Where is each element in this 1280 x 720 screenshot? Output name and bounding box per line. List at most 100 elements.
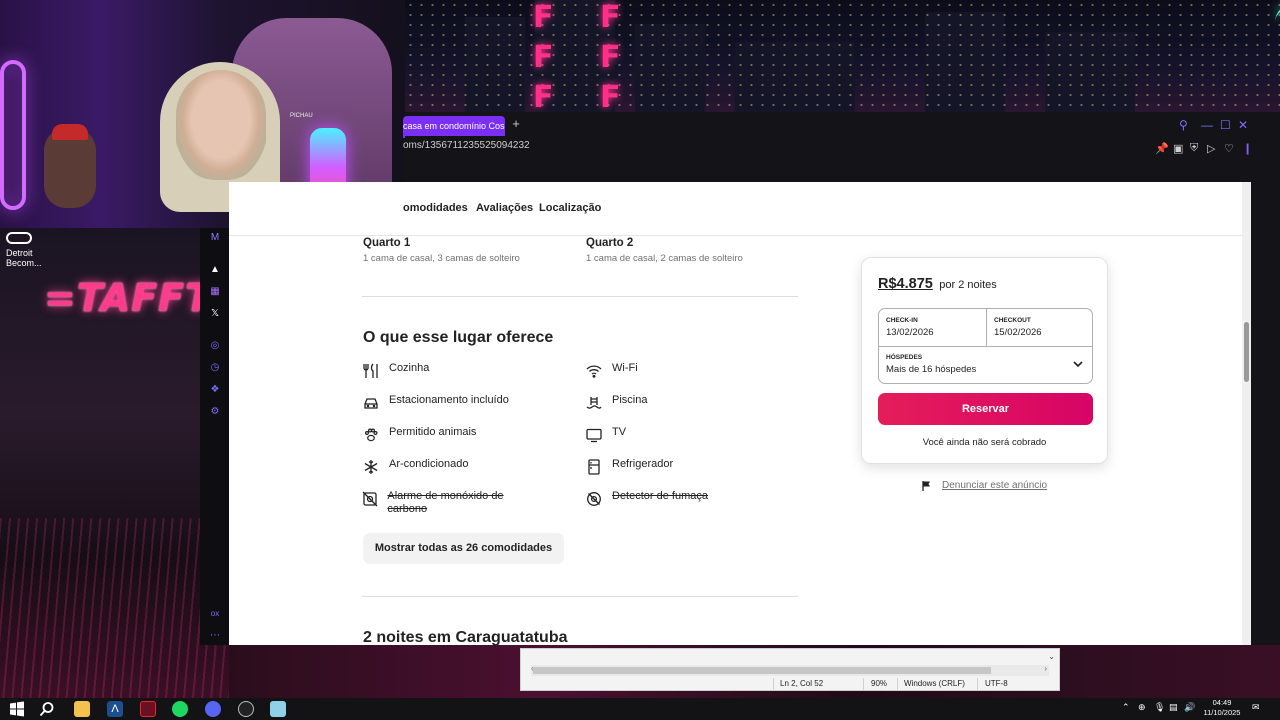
listing-page: omodidades Avaliações Localização Quarto…: [229, 182, 1242, 645]
price-period: por 2 noites: [939, 279, 997, 291]
pool-icon: [585, 394, 603, 412]
amenity-item: Refrigerador: [585, 458, 673, 476]
horizontal-scrollbar[interactable]: ‹ ›: [531, 664, 1049, 676]
streamer-face: [176, 70, 266, 180]
more-icon[interactable]: ⋯: [209, 630, 221, 642]
nav-amenities[interactable]: omodidades: [403, 202, 468, 214]
send-icon[interactable]: ▷: [1207, 142, 1215, 155]
system-clock[interactable]: 04:49 11/10/2025: [1200, 698, 1244, 718]
guests-field[interactable]: HÓSPEDES Mais de 16 hóspedes: [879, 347, 1092, 384]
twitch-icon[interactable]: ▦: [209, 286, 221, 298]
game-icon: [6, 232, 32, 244]
new-tab-button[interactable]: +: [509, 116, 523, 132]
opera-gx-icon[interactable]: [140, 701, 156, 717]
messenger-icon[interactable]: M: [209, 232, 221, 244]
checkout-field[interactable]: CHECKOUT 15/02/2026: [987, 309, 1094, 346]
wifi-icon: [585, 362, 603, 380]
close-icon[interactable]: ✕: [1238, 118, 1248, 132]
amenity-item: Permitido animais: [362, 426, 476, 444]
desktop-shortcut-label: Detroit Becom...: [6, 248, 42, 268]
sidebar-toggle-icon[interactable]: ❙: [1243, 142, 1252, 155]
snowflake-icon: [362, 458, 380, 476]
chevron-down-icon[interactable]: [1072, 358, 1084, 370]
dates-guests-selector: CHECK-IN 13/02/2026 CHECKOUT 15/02/2026 …: [878, 308, 1093, 384]
scroll-right-icon[interactable]: ›: [1044, 664, 1047, 673]
scroll-down-icon[interactable]: ⌄: [1048, 652, 1055, 661]
room-2-desc: 1 cama de casal, 2 camas de solteiro: [586, 253, 743, 264]
play-icon[interactable]: ◎: [209, 340, 221, 352]
x-icon[interactable]: 𝕏: [209, 308, 221, 320]
maximize-icon[interactable]: ☐: [1220, 118, 1231, 132]
plush-bear: [44, 128, 96, 208]
heart-icon[interactable]: ♡: [1224, 142, 1234, 155]
network-adapter-icon[interactable]: ⊕: [1138, 702, 1146, 713]
extensions-icon[interactable]: ❖: [209, 384, 221, 396]
obs-icon[interactable]: [238, 701, 254, 717]
search-icon[interactable]: [39, 701, 55, 717]
line-ending: Windows (CRLF): [904, 679, 965, 688]
amenity-item: Ar-condicionado: [362, 458, 469, 476]
booking-card: R$4.875 por 2 noites CHECK-IN 13/02/2026…: [861, 257, 1108, 464]
amenity-item-unavailable: Alarme de monóxido de carbono: [362, 490, 532, 516]
price-total[interactable]: R$4.875: [878, 276, 933, 292]
address-bar: oms/1356711235525094232 📌 ▣ ⛨ ▷ ♡ ❙: [403, 136, 1280, 182]
city-background: F F F F F F: [405, 0, 1280, 112]
zoom-level: 90%: [871, 679, 888, 688]
co-alarm-icon: [362, 490, 378, 508]
tv-icon: [585, 426, 603, 444]
paw-icon: [362, 426, 380, 444]
url-text[interactable]: oms/1356711235525094232: [403, 140, 530, 151]
notepad-icon[interactable]: [270, 701, 286, 717]
browser-sidebar: M ▲ ▦ 𝕏 ◎ ◷ ❖ ⚙ ox ⋯: [200, 228, 229, 645]
amenity-item: Cozinha: [362, 362, 429, 380]
search-icon[interactable]: ⚲: [1179, 118, 1188, 132]
file-explorer-icon[interactable]: [74, 701, 90, 717]
report-listing[interactable]: Denunciar este anúncio: [921, 480, 1047, 491]
fridge-icon: [585, 458, 603, 476]
chevron-up-icon[interactable]: ⌃: [1122, 702, 1130, 713]
smoke-detector-icon: [585, 490, 603, 508]
discord-icon[interactable]: [205, 701, 221, 717]
room-1-desc: 1 cama de casal, 3 camas de solteiro: [363, 253, 520, 264]
room-2-title: Quarto 2: [586, 237, 634, 249]
history-icon[interactable]: ◷: [209, 362, 221, 374]
arc-icon[interactable]: ▲: [209, 264, 221, 276]
taskbar: Λ ⌃ ⊕ 🎙 ▤ 🔊 04:49 11/10/2025 ✉: [0, 698, 1280, 720]
nav-reviews[interactable]: Avaliações: [476, 202, 533, 214]
no-charge-note: Você ainda não será cobrado: [922, 437, 1047, 448]
amenity-item: TV: [585, 426, 626, 444]
amenity-item: Piscina: [585, 394, 647, 412]
flag-icon: [922, 481, 930, 491]
pin-icon[interactable]: 📌: [1155, 142, 1169, 155]
show-all-amenities-button[interactable]: Mostrar todas as 26 comodidades: [363, 533, 564, 564]
checkin-field[interactable]: CHECK-IN 13/02/2026: [879, 309, 986, 346]
desktop-left-area: =TAFFTUN: [0, 228, 229, 698]
volume-icon[interactable]: 🔊: [1184, 702, 1195, 713]
reserve-button[interactable]: Reservar: [878, 393, 1093, 425]
room-1-title: Quarto 1: [363, 237, 411, 249]
settings-icon[interactable]: ⚙: [209, 406, 221, 418]
desktop-shortcut[interactable]: Detroit Becom...: [6, 232, 46, 268]
nav-location[interactable]: Localização: [539, 202, 601, 214]
amenity-item: Estacionamento incluído: [362, 394, 509, 412]
nights-heading: 2 noites em Caraguatatuba: [363, 629, 568, 645]
page-scrollbar[interactable]: [1242, 182, 1251, 645]
offers-heading: O que esse lugar oferece: [363, 329, 554, 346]
notifications-icon[interactable]: ✉: [1252, 702, 1260, 713]
arc-app-icon[interactable]: Λ: [107, 701, 123, 717]
wifi-tray-icon[interactable]: ▤: [1169, 702, 1178, 713]
shield-icon[interactable]: ⛨: [1190, 142, 1198, 155]
car-icon: [362, 394, 380, 412]
browser-tab[interactable]: casa em condomínio Cos: [403, 116, 505, 138]
amenity-item-unavailable: Detector de fumaça: [585, 490, 708, 508]
extra-icon[interactable]: ox: [209, 608, 221, 620]
minimize-icon[interactable]: —: [1201, 118, 1213, 132]
windows-start-icon[interactable]: [9, 701, 25, 717]
encoding: UTF-8: [985, 679, 1008, 688]
browser-tab-bar: casa em condomínio Cos + ⚲ — ☐ ✕: [403, 112, 1280, 138]
screenshot-icon[interactable]: ▣: [1173, 142, 1183, 155]
kitchen-icon: [362, 362, 380, 380]
cursor-position: Ln 2, Col 52: [780, 679, 824, 688]
microphone-icon[interactable]: 🎙: [1154, 702, 1165, 713]
spotify-icon[interactable]: [172, 701, 188, 717]
